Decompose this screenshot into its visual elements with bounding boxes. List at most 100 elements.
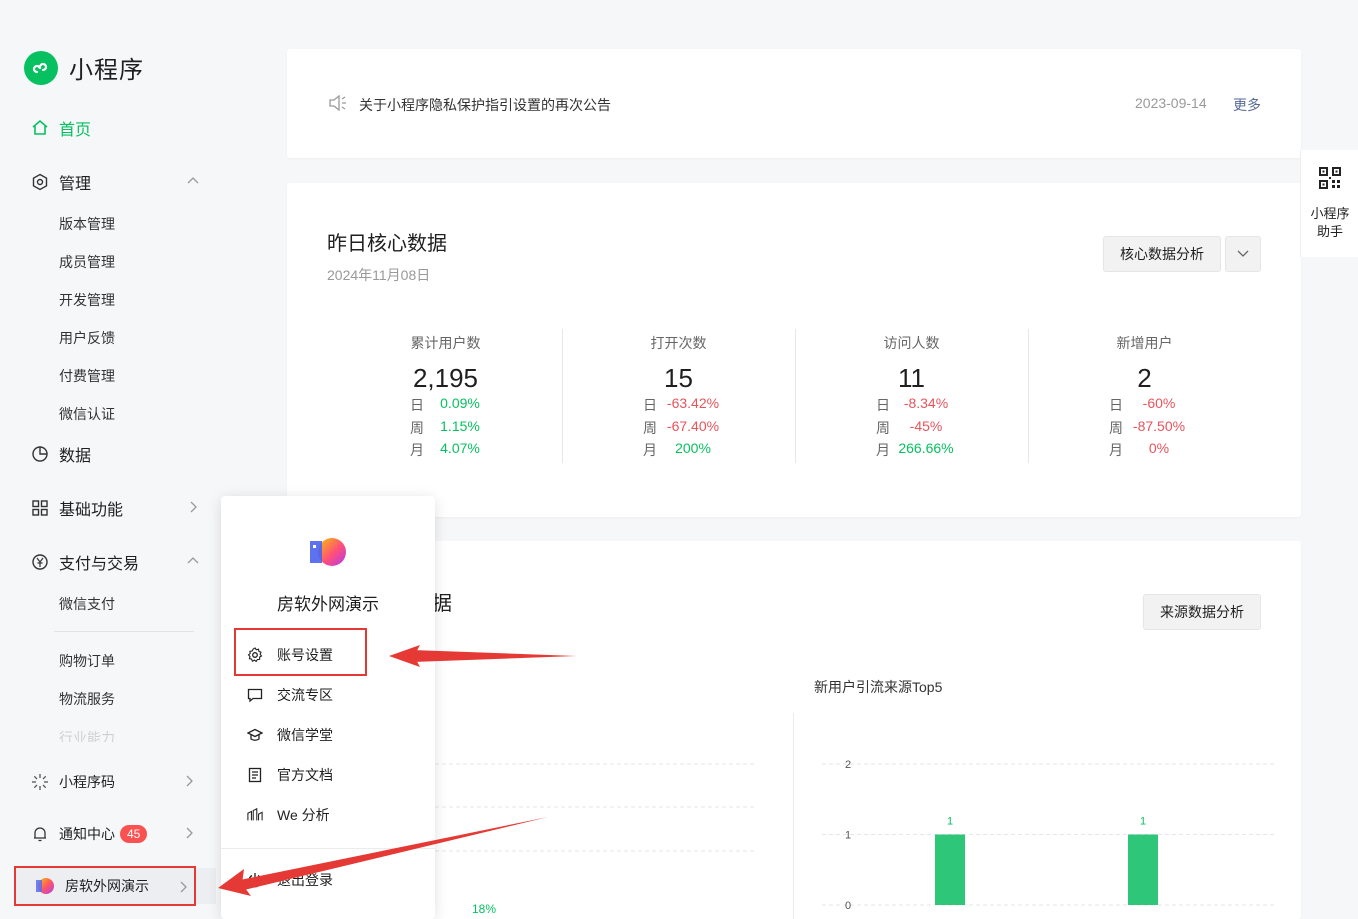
assistant-label-line: 助手 xyxy=(1316,224,1343,239)
change-value: -63.42% xyxy=(666,395,720,411)
chevron-down-icon xyxy=(1236,246,1250,263)
menu-item-wechat-academy[interactable]: 微信学堂 xyxy=(247,724,417,746)
sidebar-item-qrcode[interactable]: 小程序码 xyxy=(30,770,210,794)
period-label: 月 xyxy=(876,442,890,458)
period-label: 日 xyxy=(876,397,890,413)
sidebar-item-notifications[interactable]: 通知中心 45 xyxy=(30,822,210,846)
y-tick-label: 0 xyxy=(845,900,851,912)
sidebar-subitem-wechat-pay[interactable]: 微信支付 xyxy=(59,594,115,614)
stat-block: 新增用户 2 日 -60% 周 -87.50% 月 0% xyxy=(1028,329,1261,463)
change-value: -8.34% xyxy=(903,395,949,411)
source-data-card: 据 来源数据分析 新用户引流来源Top5 01211 18% xyxy=(287,541,1301,919)
menu-item-label: 交流专区 xyxy=(277,687,333,703)
menu-item-account-settings[interactable]: 账号设置 xyxy=(247,644,417,666)
change-value: 0.09% xyxy=(440,395,480,411)
sidebar-subitem-feedback[interactable]: 用户反馈 xyxy=(59,328,115,348)
sidebar-item-manage[interactable]: 管理 xyxy=(30,170,210,194)
pie-chart-icon xyxy=(30,444,50,464)
account-switcher[interactable]: 房软外网演示 xyxy=(14,866,216,906)
change-value: 200% xyxy=(675,440,711,456)
sidebar-subitem-logistics[interactable]: 物流服务 xyxy=(59,689,115,709)
period-label: 月 xyxy=(643,442,657,458)
divider xyxy=(221,848,435,849)
power-icon xyxy=(247,872,263,888)
y-tick-label: 1 xyxy=(845,830,851,842)
document-icon xyxy=(247,767,263,783)
change-value: 1.15% xyxy=(440,418,480,434)
account-popup: 房软外网演示 账号设置 交流专区 微信学堂 官方文档 We 分析 退出登录 xyxy=(221,496,435,919)
menu-item-logout[interactable]: 退出登录 xyxy=(247,869,417,891)
sidebar-subitem-members[interactable]: 成员管理 xyxy=(59,252,115,272)
period-label: 周 xyxy=(876,420,890,436)
menu-item-label: 微信学堂 xyxy=(277,727,333,743)
app-logo[interactable]: 小程序 xyxy=(24,50,144,85)
stat-block: 访问人数 11 日 -8.34% 周 -45% 月 266.66% xyxy=(795,329,1028,463)
assistant-float[interactable]: 小程序 助手 xyxy=(1300,150,1358,257)
notice-more-link[interactable]: 更多 xyxy=(1233,95,1261,115)
core-analysis-button[interactable]: 核心数据分析 xyxy=(1103,236,1221,272)
menu-item-label: We 分析 xyxy=(277,807,330,823)
period-label: 周 xyxy=(643,420,657,436)
sidebar-subitem-orders[interactable]: 购物订单 xyxy=(59,651,115,671)
period-label: 周 xyxy=(1109,420,1123,436)
sidebar-subitem-version[interactable]: 版本管理 xyxy=(59,214,115,234)
stat-value: 15 xyxy=(664,363,693,393)
period-label: 日 xyxy=(643,397,657,413)
divider xyxy=(54,631,194,632)
chevron-up-icon xyxy=(186,554,200,573)
stat-value: 2 xyxy=(1137,363,1152,393)
period-label: 周 xyxy=(410,420,424,436)
sidebar-subitem-development[interactable]: 开发管理 xyxy=(59,290,115,310)
assistant-label-line: 小程序 xyxy=(1310,206,1350,221)
chat-icon xyxy=(247,687,263,703)
app-title: 小程序 xyxy=(69,57,144,84)
menu-item-label: 退出登录 xyxy=(277,872,333,888)
chart-bar xyxy=(935,834,965,905)
sidebar-item-home[interactable]: 首页 xyxy=(30,116,210,140)
menu-item-community[interactable]: 交流专区 xyxy=(247,684,417,706)
stat-value: 11 xyxy=(898,363,925,393)
source-charts: 0 1 2 1 1 xyxy=(421,759,1275,912)
account-logo xyxy=(308,536,348,573)
menu-item-docs[interactable]: 官方文档 xyxy=(247,764,417,786)
period-label: 月 xyxy=(410,442,424,458)
stat-block: 累计用户数 2,195 日 0.09% 周 1.15% 月 4.07% xyxy=(329,329,562,463)
menu-item-label: 官方文档 xyxy=(277,767,333,783)
core-dropdown-button[interactable] xyxy=(1225,236,1261,272)
bar-data-label: 1 xyxy=(1140,816,1146,828)
sidebar-subitem-certification[interactable]: 微信认证 xyxy=(59,404,115,424)
stat-value: 2,195 xyxy=(412,363,479,393)
change-value: 0% xyxy=(1148,440,1170,456)
sidebar-item-label: 支付与交易 xyxy=(59,556,140,573)
stat-label: 打开次数 xyxy=(650,335,707,351)
chart-bar xyxy=(1128,834,1158,905)
notification-count-badge: 45 xyxy=(120,825,148,843)
chevron-right-icon xyxy=(186,500,200,519)
notice-text[interactable]: 关于小程序隐私保护指引设置的再次公告 xyxy=(359,95,611,115)
sidebar-item-data[interactable]: 数据 xyxy=(30,442,210,466)
change-value: 266.66% xyxy=(898,440,954,456)
account-name: 房软外网演示 xyxy=(277,595,379,614)
sidebar-item-basic-features[interactable]: 基础功能 xyxy=(30,496,210,520)
stat-label: 访问人数 xyxy=(883,335,940,351)
sun-burst-icon xyxy=(30,772,50,792)
sidebar-item-label: 首页 xyxy=(59,122,92,139)
bar-data-label: 1 xyxy=(947,816,953,828)
bell-icon xyxy=(30,824,50,844)
change-value: 4.07% xyxy=(440,440,480,456)
sidebar-subitem-billing[interactable]: 付费管理 xyxy=(59,366,115,386)
stat-label: 新增用户 xyxy=(1116,335,1173,351)
account-name: 房软外网演示 xyxy=(65,878,149,894)
core-data-card: 昨日核心数据 2024年11月08日 核心数据分析 累计用户数 2,195 日 0.0… xyxy=(287,183,1301,517)
change-value: -45% xyxy=(909,418,943,434)
speaker-icon xyxy=(328,94,348,116)
core-data-title: 昨日核心数据 xyxy=(327,233,447,255)
qrcode-icon xyxy=(1318,166,1342,195)
account-avatar xyxy=(33,875,55,897)
yuan-icon xyxy=(30,552,50,572)
core-data-date: 2024年11月08日 xyxy=(327,267,431,283)
sidebar-item-payment[interactable]: 支付与交易 xyxy=(30,550,210,574)
menu-item-we-analysis[interactable]: We 分析 xyxy=(247,804,417,826)
sidebar-item-faded: 行业能力 xyxy=(30,728,200,742)
period-label: 月 xyxy=(1109,442,1123,458)
